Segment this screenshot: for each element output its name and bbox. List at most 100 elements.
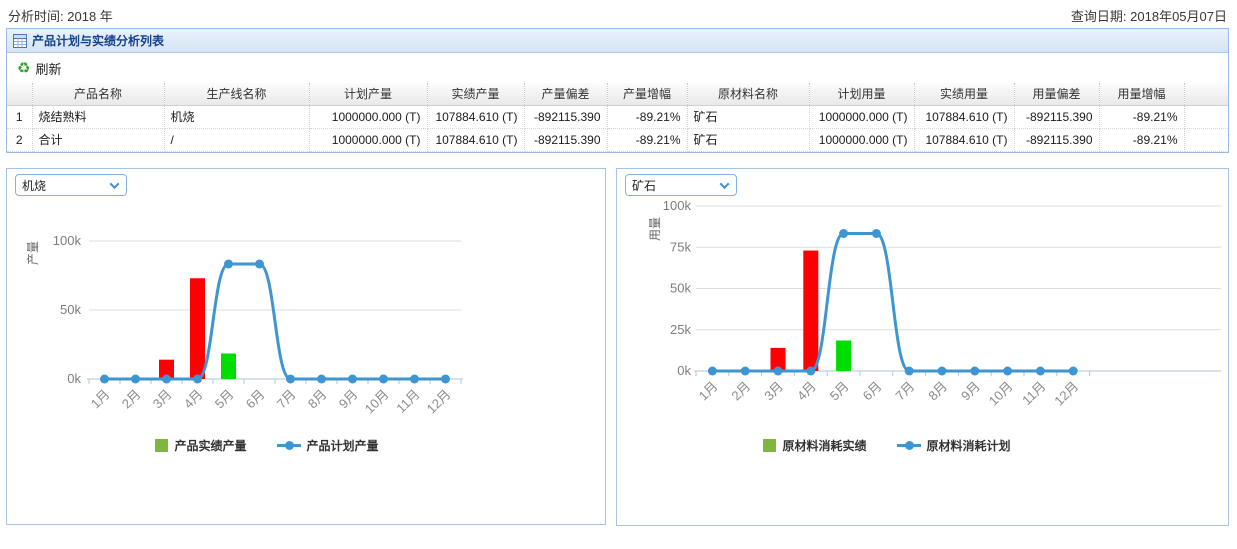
- x-tick-label: 12月: [1051, 379, 1081, 409]
- column-header-spacer: [7, 83, 32, 105]
- table-cell: 合计: [32, 128, 164, 151]
- x-tick-label: 5月: [212, 387, 237, 412]
- column-header[interactable]: 产量偏差: [524, 83, 607, 105]
- y-tick-label: 100k: [53, 233, 82, 248]
- query-date-value: 2018年05月07日: [1130, 9, 1227, 24]
- line-point: [839, 229, 848, 238]
- x-tick-label: 1月: [88, 387, 113, 412]
- table-row[interactable]: 2合计/1000000.000 (T)107884.610 (T)-892115…: [7, 128, 1228, 151]
- material-chart: 0k25k50k75k100k用量1月2月3月4月5月6月7月8月9月10月11…: [617, 197, 1228, 437]
- production-line-select[interactable]: 机烧: [15, 174, 127, 196]
- page: 分析时间: 2018 年 查询日期: 2018年05月07日 产品计划与实绩分析…: [0, 0, 1237, 549]
- column-header-spacer: [1184, 83, 1228, 105]
- legend-item-actual-output[interactable]: 产品实绩产量: [155, 437, 246, 454]
- column-header[interactable]: 产量增幅: [607, 83, 687, 105]
- row-spacer: [1184, 105, 1228, 128]
- table-cell: -892115.390: [524, 128, 607, 151]
- y-axis-name: 产量: [26, 241, 40, 265]
- column-header[interactable]: 计划产量: [309, 83, 427, 105]
- x-tick-label: 5月: [827, 379, 852, 404]
- x-tick-label: 7月: [892, 379, 917, 404]
- line-point: [905, 367, 914, 376]
- table-row[interactable]: 1烧结熟料机烧1000000.000 (T)107884.610 (T)-892…: [7, 105, 1228, 128]
- bar: [190, 278, 205, 379]
- table-cell: 矿石: [687, 105, 809, 128]
- line-point: [131, 375, 140, 384]
- x-tick-label: 12月: [424, 387, 454, 417]
- bar: [221, 353, 236, 379]
- x-tick-label: 4月: [794, 379, 819, 404]
- column-header[interactable]: 原材料名称: [687, 83, 809, 105]
- row-number: 1: [7, 105, 32, 128]
- x-tick-label: 10月: [986, 379, 1016, 409]
- legend-item-planned-consumption[interactable]: 原材料消耗计划: [897, 437, 1011, 454]
- production-chart: 0k50k100k产量1月2月3月4月5月6月7月8月9月10月11月12月: [7, 197, 605, 437]
- material-chart-panel: 矿石 0k25k50k75k100k用量1月2月3月4月5月6月7月8月9月10…: [616, 168, 1229, 526]
- table-cell: -892115.390: [1014, 105, 1099, 128]
- bar: [836, 340, 851, 371]
- y-tick-label: 25k: [670, 322, 691, 337]
- toolbar: ♻ 刷新: [7, 53, 1228, 83]
- table-cell: 107884.610 (T): [914, 128, 1014, 151]
- line-point: [193, 375, 202, 384]
- analysis-list-panel: 产品计划与实绩分析列表 ♻ 刷新 产品名称生产线名称计划产量实绩产量产量偏差产量…: [6, 28, 1229, 153]
- query-date-label: 查询日期:: [1071, 9, 1127, 24]
- row-number: 2: [7, 128, 32, 151]
- analysis-time: 分析时间: 2018 年: [8, 6, 113, 25]
- column-header[interactable]: 用量偏差: [1014, 83, 1099, 105]
- material-chart-legend: 原材料消耗实绩 原材料消耗计划: [617, 437, 1157, 454]
- y-tick-label: 0k: [677, 363, 691, 378]
- table-cell: -89.21%: [607, 105, 687, 128]
- x-tick-label: 11月: [393, 387, 422, 416]
- column-header[interactable]: 实绩用量: [914, 83, 1014, 105]
- legend-label: 原材料消耗计划: [927, 437, 1011, 454]
- analysis-table: 产品名称生产线名称计划产量实绩产量产量偏差产量增幅原材料名称计划用量实绩用量用量…: [7, 83, 1228, 152]
- column-header[interactable]: 用量增幅: [1099, 83, 1184, 105]
- line-point: [162, 375, 171, 384]
- column-header[interactable]: 生产线名称: [164, 83, 309, 105]
- table-cell: 1000000.000 (T): [309, 105, 427, 128]
- bar-legend-swatch: [763, 439, 776, 452]
- bar-legend-swatch: [155, 439, 168, 452]
- x-tick-label: 9月: [958, 379, 983, 404]
- column-header[interactable]: 计划用量: [809, 83, 914, 105]
- chevron-down-icon: [110, 179, 120, 189]
- line-point: [938, 367, 947, 376]
- plan-line: [712, 234, 1073, 371]
- refresh-button[interactable]: ♻ 刷新: [17, 59, 61, 78]
- line-point: [741, 367, 750, 376]
- table-cell: -89.21%: [1099, 105, 1184, 128]
- raw-material-select[interactable]: 矿石: [625, 174, 737, 196]
- table-cell: -89.21%: [1099, 128, 1184, 151]
- line-point: [1003, 367, 1012, 376]
- legend-label: 产品计划产量: [307, 437, 379, 454]
- line-legend-swatch: [897, 439, 921, 452]
- legend-item-planned-output[interactable]: 产品计划产量: [277, 437, 379, 454]
- x-tick-label: 6月: [860, 379, 885, 404]
- y-tick-label: 0k: [67, 371, 81, 386]
- x-tick-label: 11月: [1019, 379, 1048, 408]
- line-point: [774, 367, 783, 376]
- column-header[interactable]: 实绩产量: [427, 83, 524, 105]
- bar: [803, 251, 818, 371]
- panel-title: 产品计划与实绩分析列表: [32, 32, 164, 49]
- row-spacer: [1184, 128, 1228, 151]
- y-tick-label: 100k: [663, 198, 692, 213]
- legend-item-actual-consumption[interactable]: 原材料消耗实绩: [763, 437, 866, 454]
- line-point: [255, 260, 264, 269]
- line-point: [348, 375, 357, 384]
- line-point: [224, 260, 233, 269]
- x-tick-label: 2月: [728, 379, 753, 404]
- y-axis-name: 用量: [648, 217, 662, 241]
- x-tick-label: 9月: [336, 387, 361, 412]
- table-cell: 107884.610 (T): [427, 105, 524, 128]
- table-cell: 1000000.000 (T): [809, 128, 914, 151]
- table-cell: -892115.390: [524, 105, 607, 128]
- x-tick-label: 4月: [181, 387, 206, 412]
- table-cell: 烧结熟料: [32, 105, 164, 128]
- table-cell: 107884.610 (T): [914, 105, 1014, 128]
- table-cell: 机烧: [164, 105, 309, 128]
- column-header[interactable]: 产品名称: [32, 83, 164, 105]
- y-tick-label: 75k: [670, 239, 691, 254]
- x-tick-label: 3月: [150, 387, 175, 412]
